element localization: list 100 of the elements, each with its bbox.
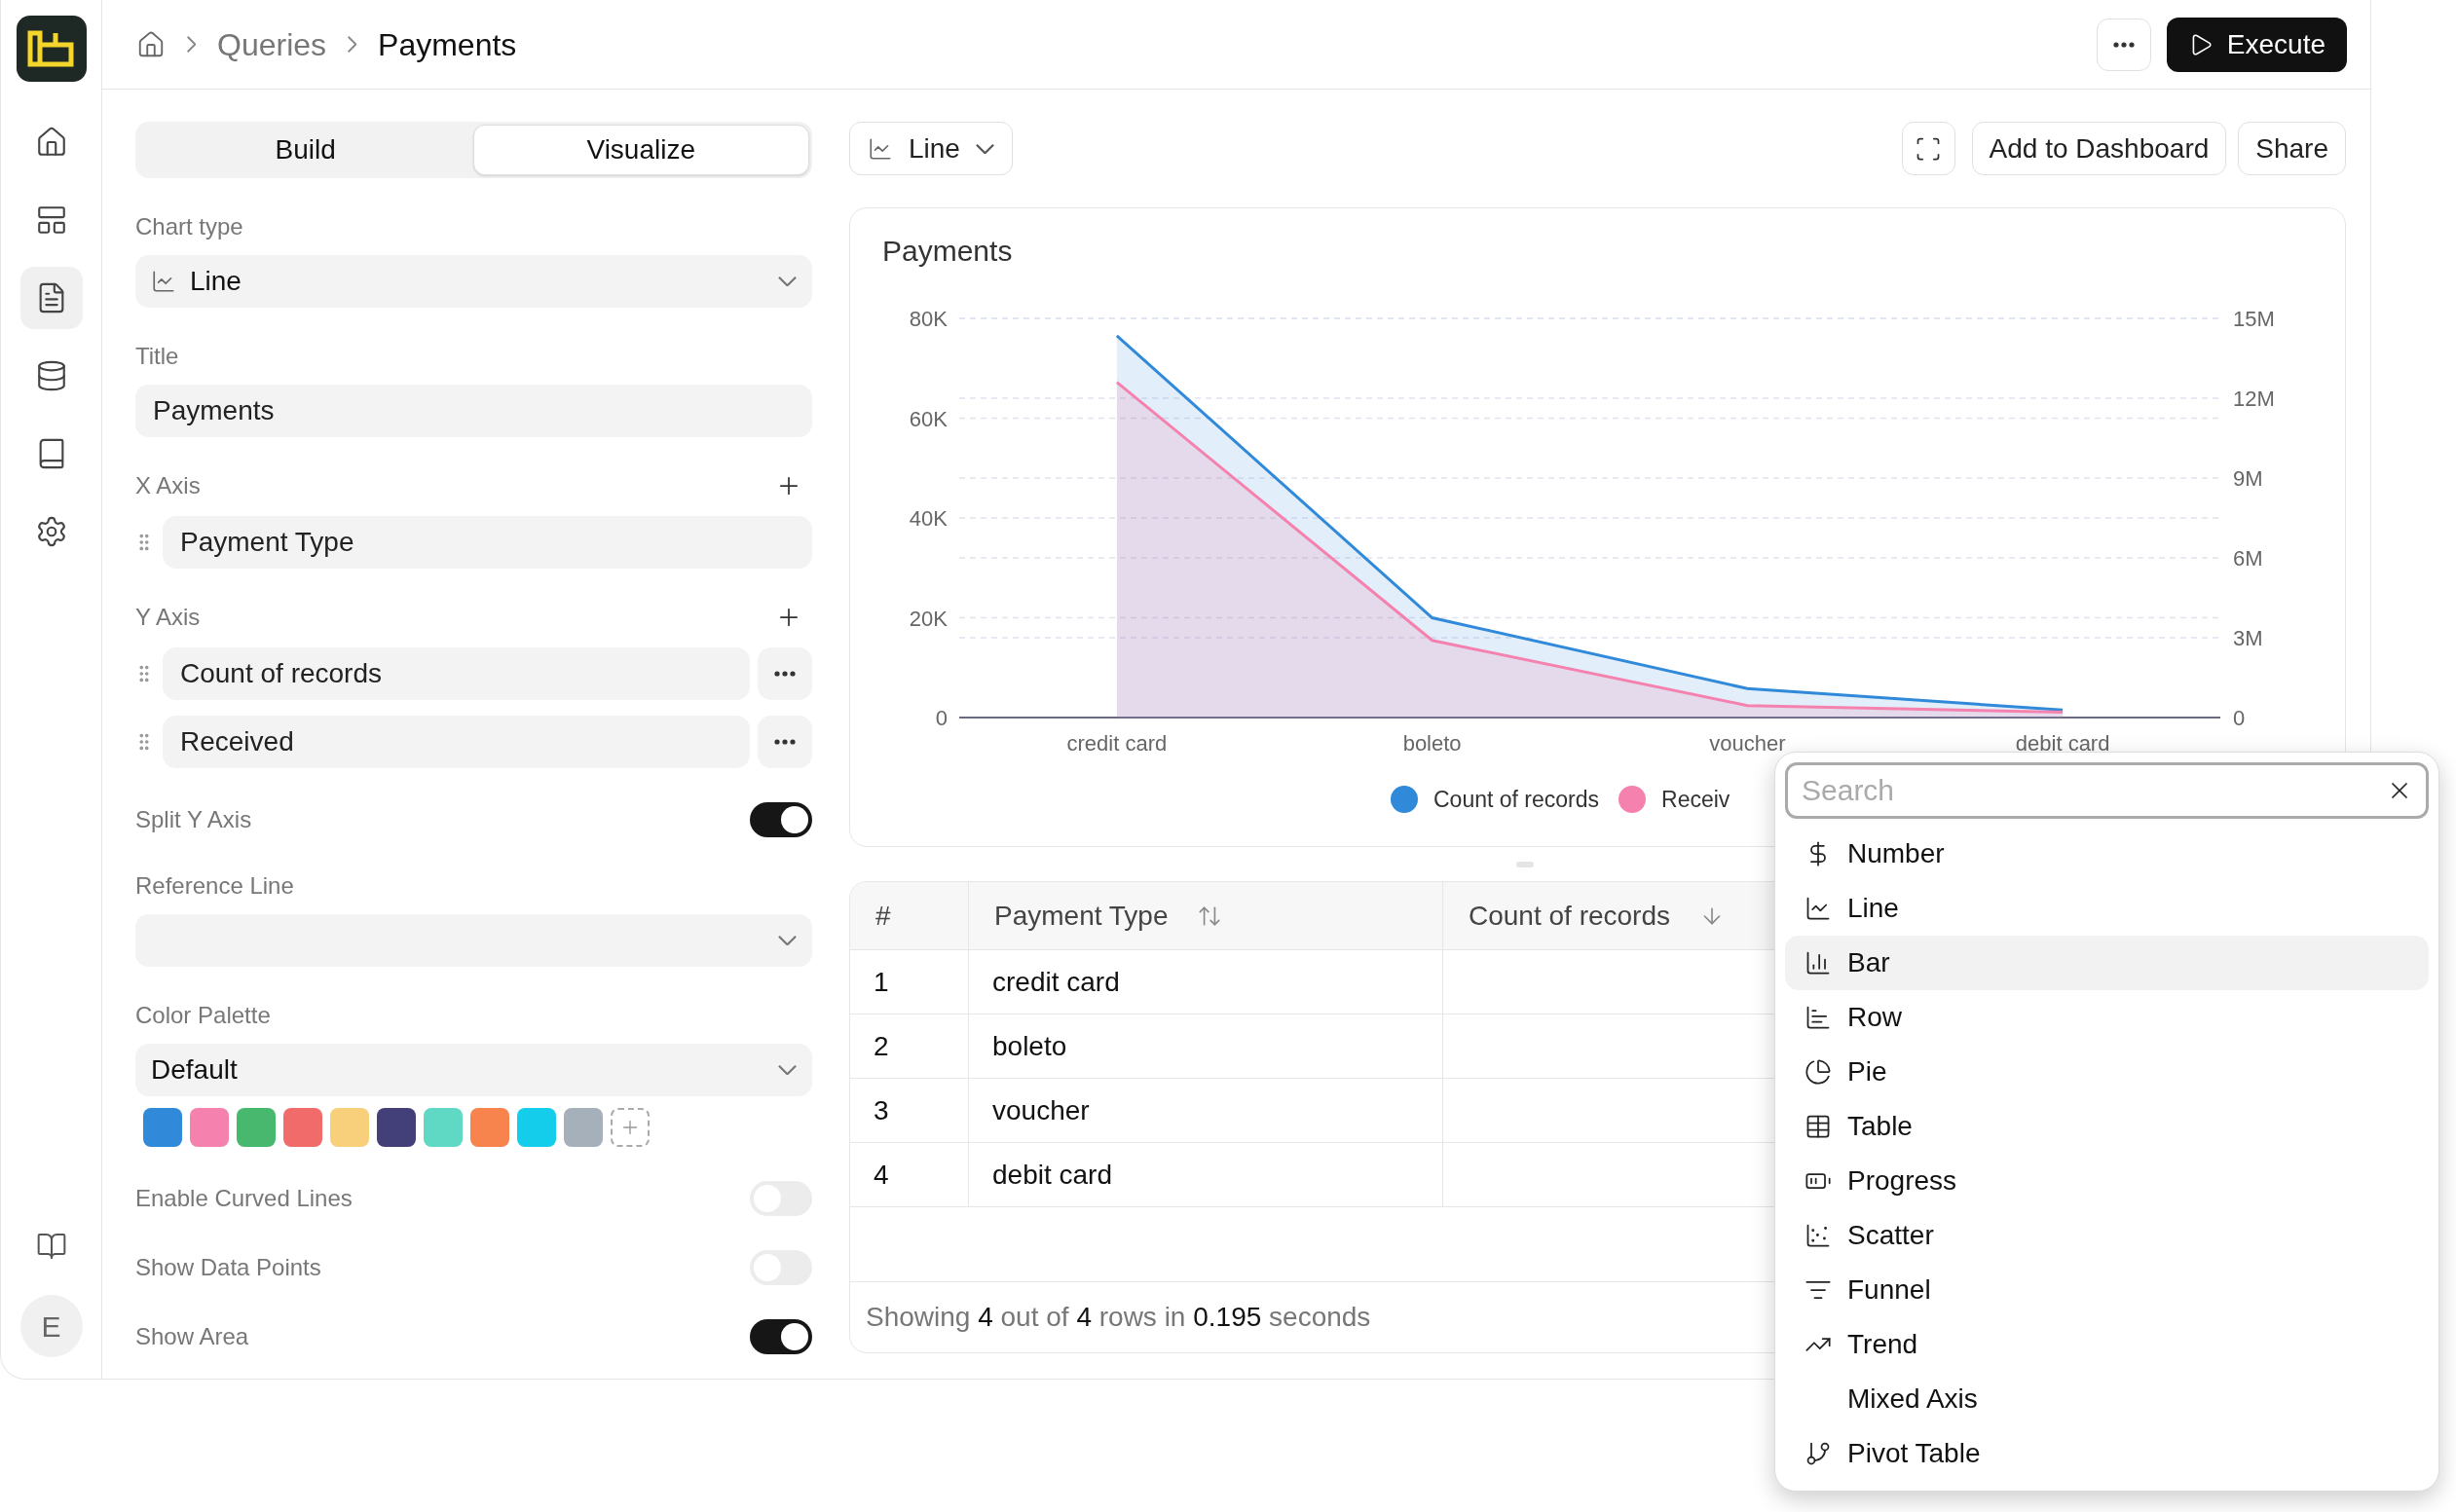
chart-type-select[interactable]: Line <box>135 255 812 308</box>
field-label: X Axis <box>135 471 201 500</box>
execute-button[interactable]: Execute <box>2166 17 2347 72</box>
tab[interactable]: Visualize <box>472 125 809 175</box>
menu-item[interactable]: Progress <box>1785 1154 2429 1208</box>
axis-field[interactable]: Received <box>163 716 750 768</box>
table-cell: boleto <box>969 1014 1443 1078</box>
table-cell: 4 <box>850 1143 969 1206</box>
table-icon <box>1805 1113 1832 1140</box>
menu-item[interactable]: Pivot Table <box>1785 1426 2429 1481</box>
color-swatch[interactable] <box>377 1108 416 1147</box>
legend-label: Count of records <box>1433 786 1600 814</box>
more-button[interactable] <box>758 647 812 700</box>
x-axis-label: voucher <box>1709 731 1786 756</box>
field-label: Reference Line <box>135 871 295 901</box>
color-swatch[interactable] <box>283 1108 322 1147</box>
y-axis-label: 60K <box>909 406 948 431</box>
y-axis-label: 40K <box>909 506 948 531</box>
table-cell: 3 <box>850 1079 969 1142</box>
color-swatch[interactable] <box>190 1108 229 1147</box>
title-input[interactable]: Payments <box>135 385 812 437</box>
color-swatch[interactable] <box>517 1108 556 1147</box>
toggle-switch[interactable] <box>750 1319 812 1354</box>
breadcrumb-item[interactable]: Queries <box>217 20 327 68</box>
color-swatch[interactable] <box>237 1108 276 1147</box>
fullscreen-button[interactable] <box>1901 122 1955 175</box>
menu-item[interactable]: Funnel <box>1785 1263 2429 1317</box>
tab[interactable]: Build <box>138 125 473 175</box>
add-color-button[interactable] <box>611 1108 650 1147</box>
toolbar-button[interactable]: Share <box>2238 122 2346 175</box>
menu-item[interactable]: Trend <box>1785 1317 2429 1372</box>
column-header[interactable]: Payment Type <box>969 882 1443 949</box>
y-axis-label: 12M <box>2233 387 2275 411</box>
chart-type-dropdown[interactable]: Line <box>849 122 1013 175</box>
results-summary: Showing 4 out of 4 rows in 0.195 seconds <box>866 1301 1371 1334</box>
chevron-right-icon <box>348 36 357 53</box>
x-axis-label: credit card <box>1066 731 1168 756</box>
legend-label: Receiv <box>1661 786 1730 814</box>
toggle-switch[interactable] <box>750 802 812 837</box>
line-chart-icon <box>1805 895 1832 922</box>
menu-item[interactable]: Scatter <box>1785 1208 2429 1263</box>
color-swatch[interactable] <box>143 1108 182 1147</box>
palette-select[interactable]: Default <box>135 1044 812 1096</box>
sidebar-item[interactable] <box>19 267 83 329</box>
table-cell: voucher <box>969 1079 1443 1142</box>
color-swatch[interactable] <box>424 1108 463 1147</box>
field-label: Chart type <box>135 212 244 241</box>
field-label: Enable Curved Lines <box>135 1184 353 1213</box>
color-swatch[interactable] <box>564 1108 603 1147</box>
color-swatch[interactable] <box>330 1108 369 1147</box>
column-header[interactable]: # <box>850 882 969 949</box>
menu-item[interactable]: Number <box>1785 827 2429 881</box>
field-label: Show Data Points <box>135 1253 321 1282</box>
y-axis-label: 15M <box>2233 307 2275 331</box>
chevron-down-icon <box>778 936 797 945</box>
menu-item[interactable]: Table <box>1785 1099 2429 1154</box>
bar-chart-icon <box>1805 949 1832 977</box>
more-button[interactable] <box>758 716 812 768</box>
line-chart-icon <box>151 269 176 294</box>
menu-item[interactable]: Bar <box>1785 936 2429 990</box>
table-cell: 2 <box>850 1014 969 1078</box>
y-axis-label: 0 <box>935 706 948 730</box>
y-axis-label: 9M <box>2233 466 2263 491</box>
logo-icon[interactable] <box>16 16 87 82</box>
y-axis-label: 3M <box>2233 626 2263 650</box>
axis-field[interactable]: Payment Type <box>163 516 812 569</box>
color-swatch[interactable] <box>470 1108 509 1147</box>
row-chart-icon <box>1805 1004 1832 1031</box>
field-label: Split Y Axis <box>135 805 252 834</box>
table-cell: 1 <box>850 950 969 1014</box>
chart-title: Payments <box>882 234 1014 269</box>
scatter-chart-icon <box>1805 1222 1832 1249</box>
ellipsis-icon <box>774 671 796 677</box>
axis-field[interactable]: Count of records <box>163 647 750 700</box>
menu-item[interactable]: Pie <box>1785 1045 2429 1099</box>
book-icon[interactable] <box>35 1231 67 1262</box>
chevron-down-icon <box>778 1065 797 1075</box>
y-axis-label: 20K <box>909 606 948 631</box>
table-cell: debit card <box>969 1143 1443 1206</box>
menu-item[interactable]: Row <box>1785 990 2429 1045</box>
home-icon[interactable] <box>136 29 166 59</box>
pie-chart-icon <box>1805 1058 1832 1086</box>
menu-item[interactable]: Mixed Axis <box>1785 1372 2429 1426</box>
x-axis-label: debit card <box>2015 731 2110 756</box>
more-button[interactable] <box>2096 18 2151 71</box>
toolbar-button[interactable]: Add to Dashboard <box>1971 122 2227 175</box>
user-avatar[interactable]: E <box>19 1295 83 1357</box>
menu-item[interactable]: Line <box>1785 881 2429 936</box>
ellipsis-icon <box>774 739 796 745</box>
table-cell: credit card <box>969 950 1443 1014</box>
branch-icon <box>1805 1440 1832 1467</box>
chevron-down-icon <box>975 143 994 154</box>
resize-handle[interactable] <box>1515 861 1534 867</box>
y-axis-label: 80K <box>909 307 948 331</box>
y-axis-label: 0 <box>2233 706 2246 730</box>
ellipsis-icon <box>2112 41 2135 48</box>
field-label: Y Axis <box>135 603 201 632</box>
chevron-right-icon <box>187 36 196 53</box>
y-axis-label: 6M <box>2233 546 2263 571</box>
search-field[interactable]: Search <box>1785 762 2429 819</box>
